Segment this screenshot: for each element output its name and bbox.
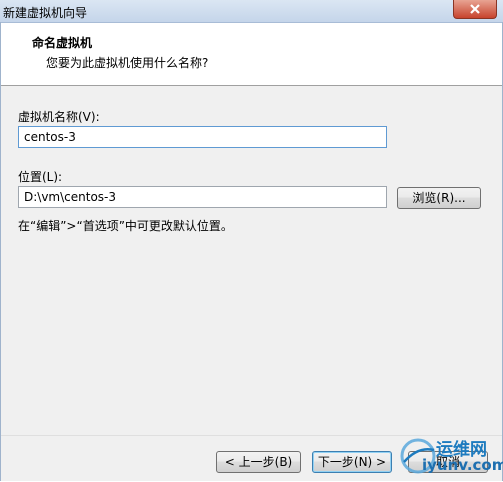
- watermark-url: iyunv.com: [422, 456, 503, 474]
- next-button[interactable]: 下一步(N) >: [312, 451, 392, 473]
- wizard-header: 命名虚拟机 您要为此虚拟机使用什么名称?: [1, 23, 502, 86]
- page-subtitle: 您要为此虚拟机使用什么名称?: [46, 56, 209, 70]
- page-title: 命名虚拟机: [32, 36, 93, 50]
- close-button[interactable]: [453, 0, 497, 19]
- location-input[interactable]: D:\vm\centos-3: [18, 186, 387, 208]
- wizard-content: 虚拟机名称(V): centos-3 位置(L): D:\vm\centos-3…: [1, 86, 502, 435]
- watermark-logo: 运维网 iyunv.com: [396, 432, 503, 480]
- window-title: 新建虚拟机向导: [3, 6, 88, 20]
- title-bar: 新建虚拟机向导: [0, 0, 503, 23]
- vm-name-label: 虚拟机名称(V):: [18, 110, 100, 124]
- browse-button[interactable]: 浏览(R)...: [397, 187, 481, 209]
- location-hint: 在“编辑”>“首选项”中可更改默认位置。: [18, 219, 233, 233]
- close-icon: [470, 4, 480, 14]
- back-button[interactable]: < 上一步(B): [216, 451, 301, 473]
- location-label: 位置(L):: [18, 170, 63, 184]
- vm-name-input[interactable]: centos-3: [18, 126, 387, 148]
